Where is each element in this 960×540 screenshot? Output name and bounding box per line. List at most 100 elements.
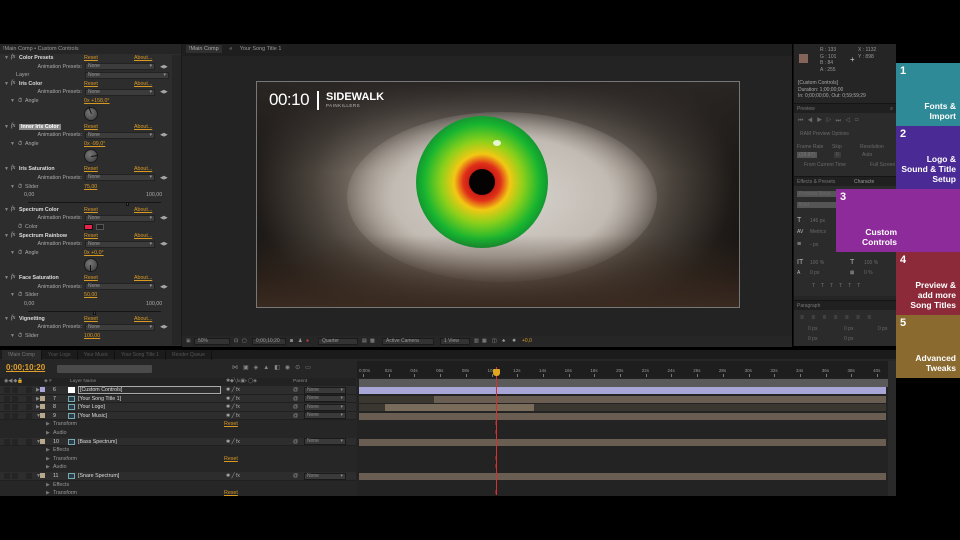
disclosure-triangle-icon[interactable]: ▼ — [10, 98, 15, 104]
effect-about-link[interactable]: About... — [134, 207, 152, 213]
exposure-icon[interactable]: ✹ — [512, 338, 516, 344]
frame-rate-field[interactable]: (29.97) — [797, 152, 817, 158]
effect-name[interactable]: Iris Saturation — [19, 166, 55, 172]
indent-right-field[interactable]: 0 px — [878, 326, 887, 332]
layer-switches[interactable]: ✱ ╱ fx — [226, 473, 240, 479]
param-value[interactable]: 0x -99,0° — [84, 141, 105, 147]
animation-presets-dropdown[interactable]: None — [85, 214, 155, 222]
font-style-field[interactable]: Bold — [797, 202, 839, 208]
stopwatch-icon[interactable]: ⏱ — [18, 333, 22, 340]
tutorial-tab-1[interactable]: 1 Fonts & Import — [896, 63, 960, 126]
timeline-tab-render-queue[interactable]: Render Queue — [166, 350, 212, 360]
property-name[interactable]: Transform — [53, 421, 77, 427]
fx-icon[interactable]: fx — [11, 165, 15, 171]
preset-nav-arrows-icon[interactable]: ◀▶ — [160, 89, 168, 95]
disclosure-triangle-icon[interactable]: ▼ — [10, 292, 15, 298]
stroke-width-field[interactable]: - px — [810, 242, 818, 248]
effect-reset-link[interactable]: Reset — [84, 81, 98, 87]
parent-pickwhip-icon[interactable]: @ — [293, 404, 298, 410]
stopwatch-icon[interactable]: ⏱ — [18, 224, 22, 231]
timeline-tab-song-title[interactable]: Your Song Title 1 — [115, 350, 167, 360]
layer-duration-bar[interactable] — [359, 387, 886, 394]
comp-tab-song-title[interactable]: Your Song Title 1 — [240, 46, 282, 52]
audio-switch[interactable] — [12, 404, 18, 411]
property-expand-triangle-icon[interactable]: ▶ — [46, 430, 50, 436]
disclosure-triangle-icon[interactable]: ▼ — [4, 316, 9, 322]
stopwatch-icon[interactable]: ⏱ — [18, 141, 22, 148]
layer-property-row[interactable]: ▶ Transform Reset — [0, 420, 356, 429]
effect-name[interactable]: Face Saturation — [19, 275, 59, 281]
effect-header[interactable]: ▼ fx Iris Saturation Reset About... — [0, 165, 181, 174]
character-tab[interactable]: Characte — [854, 179, 874, 185]
layer-label-color[interactable] — [40, 404, 45, 410]
lock-switch[interactable] — [26, 473, 32, 479]
video-switch[interactable] — [4, 395, 10, 402]
disclosure-triangle-icon[interactable]: ▼ — [4, 207, 9, 213]
layer-duration-bar[interactable] — [433, 395, 886, 403]
preview-tab[interactable]: Preview — [797, 106, 815, 112]
video-switch[interactable] — [4, 473, 10, 479]
effect-name[interactable]: Color Presets — [19, 55, 53, 61]
lock-switch[interactable] — [26, 387, 32, 393]
parent-pickwhip-icon[interactable]: @ — [293, 387, 298, 393]
always-preview-icon[interactable]: ▣ — [186, 338, 191, 344]
indent-left-field[interactable]: 0 px — [808, 326, 817, 332]
exposure-value[interactable]: +0,0 — [522, 338, 532, 344]
skip-field[interactable]: 0 — [834, 152, 841, 158]
animation-presets-dropdown[interactable]: None — [85, 240, 155, 248]
property-expand-triangle-icon[interactable]: ▶ — [46, 490, 50, 496]
layer-name[interactable]: [Your Logo] — [78, 404, 105, 410]
property-name[interactable]: Transform — [53, 490, 77, 496]
angle-dial[interactable] — [84, 106, 98, 121]
effect-name[interactable]: Spectrum Color — [19, 207, 59, 213]
view-layout-dropdown[interactable]: 1 View — [440, 338, 470, 345]
effect-controls-scrollbar[interactable] — [172, 55, 181, 345]
preset-nav-arrows-icon[interactable]: ◀▶ — [160, 241, 168, 247]
effect-about-link[interactable]: About... — [134, 124, 152, 130]
layer-switches[interactable]: ✱ ╱ fx — [226, 413, 240, 419]
show-snapshot-icon[interactable]: ♟ — [298, 338, 302, 344]
color-swatch[interactable] — [84, 223, 93, 230]
effect-name[interactable]: Inner Iris Color — [19, 123, 61, 130]
effect-about-link[interactable]: About... — [134, 316, 152, 322]
safe-zones-icon[interactable]: ⊡ — [234, 338, 238, 344]
layer-name[interactable]: [Custom Controls] — [78, 386, 221, 394]
parent-dropdown[interactable]: None — [304, 386, 346, 394]
param-value[interactable]: 50,00 — [84, 292, 97, 298]
stopwatch-icon[interactable]: ⏱ — [18, 184, 22, 191]
disclosure-triangle-icon[interactable]: ▼ — [4, 55, 9, 61]
effect-about-link[interactable]: About... — [134, 166, 152, 172]
layer-duration-bar[interactable] — [359, 473, 886, 480]
from-current-time-checkbox[interactable]: From Current Time — [804, 162, 846, 168]
audio-switch[interactable] — [12, 473, 18, 479]
effect-name[interactable]: Iris Color — [19, 81, 42, 87]
effect-about-link[interactable]: About... — [134, 55, 152, 61]
property-expand-triangle-icon[interactable]: ▶ — [46, 447, 50, 453]
lock-switch[interactable] — [26, 438, 32, 445]
layer-name-header[interactable]: Layer Name — [70, 379, 96, 384]
layer-search-input[interactable] — [57, 365, 152, 373]
layer-row[interactable]: ▶ 8 [Your Logo] ✱ ╱ fx @ None — [0, 403, 356, 412]
horizontal-scale-field[interactable]: 100 % — [864, 260, 878, 266]
layer-property-row[interactable]: ▶ Audio — [0, 463, 356, 472]
animation-presets-dropdown[interactable]: None — [85, 131, 155, 139]
animation-presets-dropdown[interactable]: None — [85, 63, 155, 71]
property-name[interactable]: Audio — [53, 430, 67, 436]
layer-name[interactable]: [Snare Spectrum] — [78, 473, 119, 479]
param-value[interactable]: 0x +158,0° — [84, 98, 110, 104]
effects-presets-tab[interactable]: Effects & Presets — [797, 179, 835, 185]
timeline-switch-buttons[interactable]: ⋈▣◈▲◧◉⊙▭ — [232, 364, 316, 371]
mask-visibility-icon[interactable]: ▢ — [242, 338, 247, 344]
timeline-tracks[interactable]: 0;00s 02s 04s 06s 08s 10s 12s 14s 16s 18s 20s 22s 24… — [357, 361, 888, 496]
effect-header[interactable]: ▼ fx Face Saturation Reset About... — [0, 274, 181, 283]
layer-label-color[interactable] — [40, 387, 45, 392]
kerning-field[interactable]: Metrics — [810, 229, 826, 235]
composition-viewer[interactable]: 00:10 SIDEWALK PAINKILLERS — [256, 81, 740, 308]
parent-pickwhip-icon[interactable]: @ — [293, 396, 298, 402]
fx-icon[interactable]: fx — [11, 315, 15, 321]
parent-dropdown[interactable]: None — [304, 438, 346, 446]
stopwatch-icon[interactable]: ⏱ — [18, 250, 22, 257]
eyedropper-icon[interactable] — [96, 223, 104, 230]
tutorial-tab-5[interactable]: 5 Advanced Tweaks — [896, 315, 960, 378]
layer-duration-bar[interactable] — [359, 438, 886, 446]
